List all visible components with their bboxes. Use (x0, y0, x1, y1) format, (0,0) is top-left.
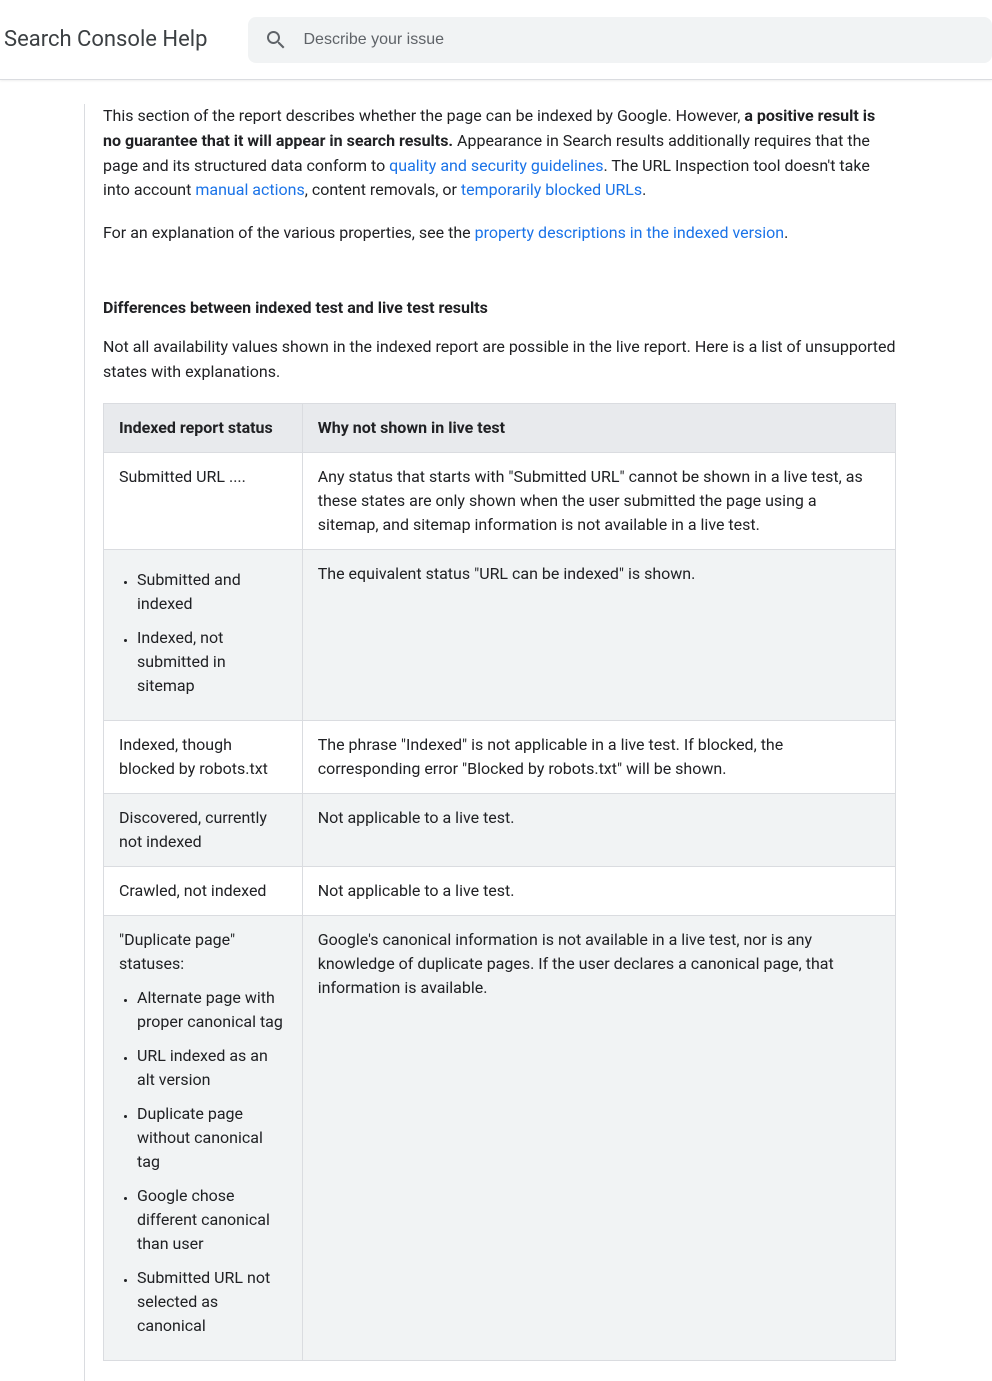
cell-text: Submitted URL .... (119, 467, 246, 486)
table-row: Crawled, not indexed Not applicable to a … (104, 866, 896, 915)
table-row: Submitted URL .... Any status that starts… (104, 452, 896, 549)
table-row: Submitted and indexed Indexed, not submit… (104, 549, 896, 720)
cell-list: Alternate page with proper canonical tag… (123, 986, 287, 1338)
table-cell-status: Discovered, currently not indexed (104, 793, 303, 866)
table-header-col2: Why not shown in live test (302, 403, 895, 452)
table-body: Submitted URL .... Any status that starts… (104, 452, 896, 1360)
text: For an explanation of the various proper… (103, 223, 475, 242)
table-cell-status: "Duplicate page" statuses: Alternate page… (104, 915, 303, 1360)
search-input[interactable] (304, 31, 977, 49)
table-header-col1: Indexed report status (104, 403, 303, 452)
cell-list: Submitted and indexed Indexed, not submit… (123, 568, 287, 698)
search-icon (264, 28, 288, 52)
table-cell-reason: Not applicable to a live test. (302, 793, 895, 866)
content-wrap: This section of the report describes whe… (0, 80, 992, 1381)
table-header-row: Indexed report status Why not shown in l… (104, 403, 896, 452)
section-intro: Not all availability values shown in the… (103, 335, 896, 385)
list-item: Submitted and indexed (137, 568, 287, 616)
manual-actions-link[interactable]: manual actions (195, 180, 304, 199)
list-item: Indexed, not submitted in sitemap (137, 626, 287, 698)
table-cell-reason: The equivalent status "URL can be indexe… (302, 549, 895, 720)
text: This section of the report describes whe… (103, 106, 744, 125)
table-cell-reason: Any status that starts with "Submitted U… (302, 452, 895, 549)
cell-text: Crawled, not indexed (119, 881, 266, 900)
search-container[interactable] (248, 17, 992, 63)
table-cell-reason: Not applicable to a live test. (302, 866, 895, 915)
list-item: Google chose different canonical than us… (137, 1184, 287, 1256)
table-row: Indexed, though blocked by robots.txt The… (104, 720, 896, 793)
blocked-urls-link[interactable]: temporarily blocked URLs (461, 180, 642, 199)
list-item: Alternate page with proper canonical tag (137, 986, 287, 1034)
table-cell-reason: Google's canonical information is not av… (302, 915, 895, 1360)
cell-text: Discovered, currently not indexed (119, 808, 267, 851)
app-title: Search Console Help (0, 27, 248, 52)
table-row: "Duplicate page" statuses: Alternate page… (104, 915, 896, 1360)
intro-paragraph-1: This section of the report describes whe… (103, 104, 896, 203)
quality-guidelines-link[interactable]: quality and security guidelines (389, 156, 603, 175)
table-cell-status: Submitted and indexed Indexed, not submit… (104, 549, 303, 720)
intro-paragraph-2: For an explanation of the various proper… (103, 221, 896, 246)
table-row: Discovered, currently not indexed Not app… (104, 793, 896, 866)
differences-table: Indexed report status Why not shown in l… (103, 403, 896, 1361)
text: . (642, 180, 646, 199)
table-cell-reason: The phrase "Indexed" is not applicable i… (302, 720, 895, 793)
text: , content removals, or (305, 180, 461, 199)
table-cell-status: Submitted URL .... (104, 452, 303, 549)
table-cell-status: Indexed, though blocked by robots.txt (104, 720, 303, 793)
list-item: Submitted URL not selected as canonical (137, 1266, 287, 1338)
section-heading: Differences between indexed test and liv… (103, 298, 896, 317)
list-item: Duplicate page without canonical tag (137, 1102, 287, 1174)
cell-label: "Duplicate page" statuses: (119, 928, 287, 976)
main-content: This section of the report describes whe… (84, 104, 904, 1381)
list-item: URL indexed as an alt version (137, 1044, 287, 1092)
text: . (784, 223, 788, 242)
property-descriptions-link[interactable]: property descriptions in the indexed ver… (475, 223, 785, 242)
header-bar: Search Console Help (0, 0, 992, 80)
table-cell-status: Crawled, not indexed (104, 866, 303, 915)
cell-text: Indexed, though blocked by robots.txt (119, 735, 268, 778)
